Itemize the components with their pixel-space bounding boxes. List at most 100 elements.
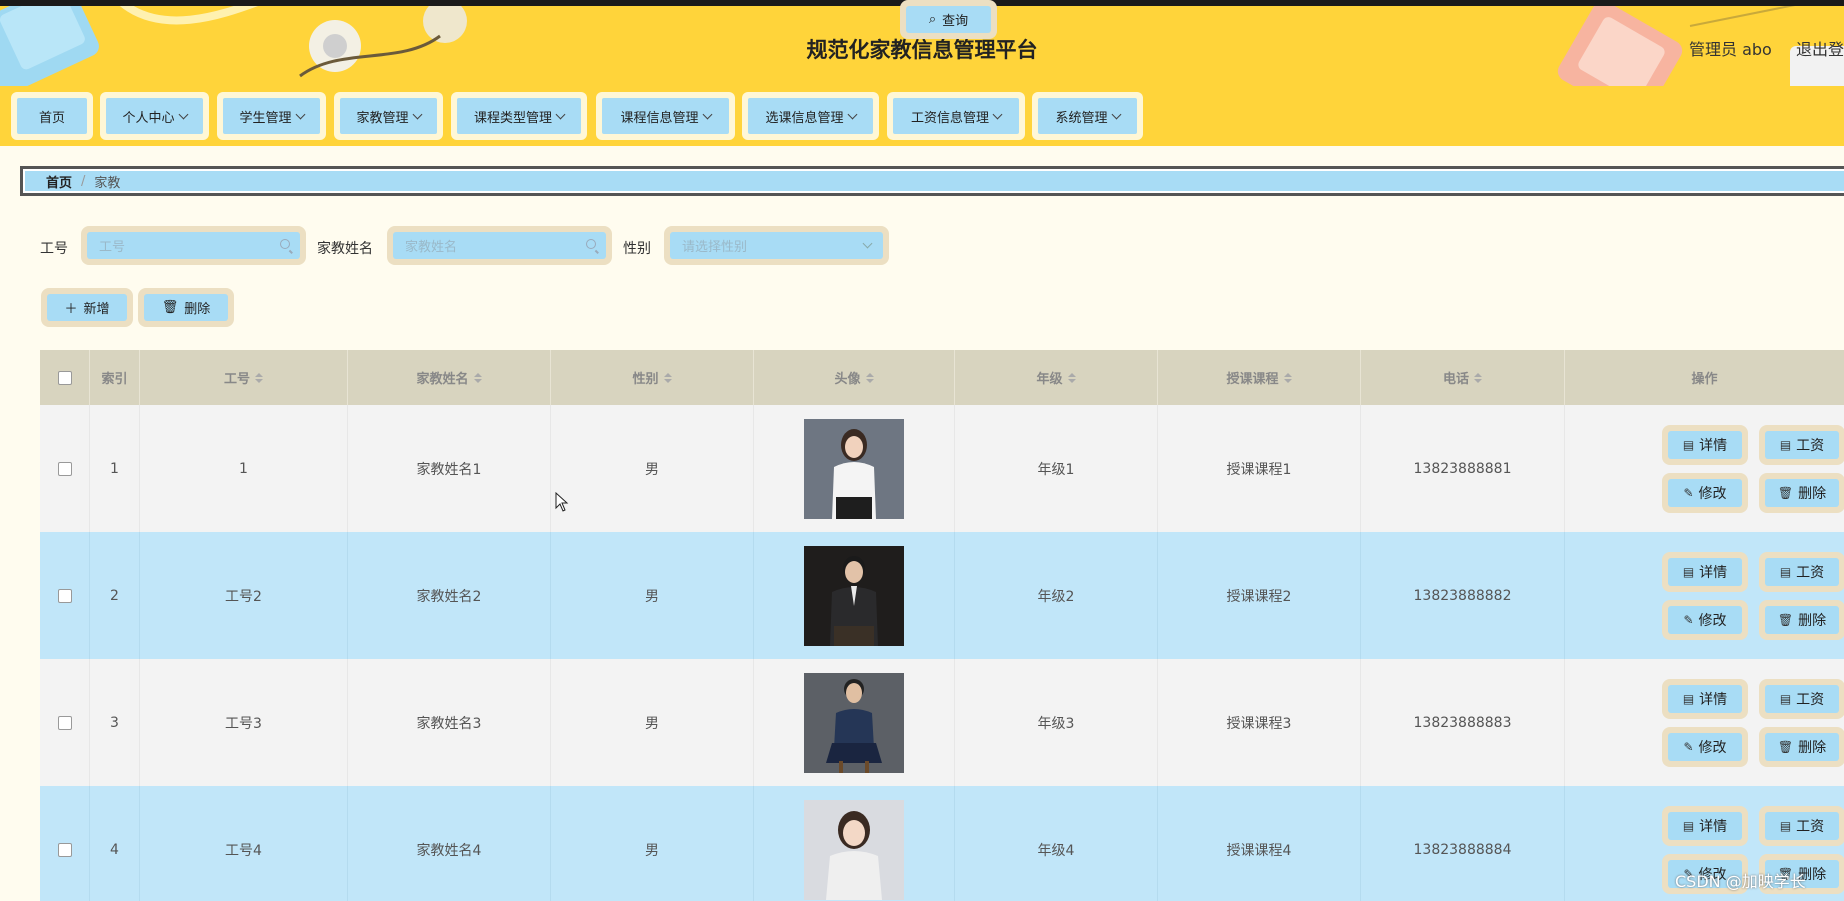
sort-icon[interactable] — [1474, 372, 1482, 383]
cell-course: 授课课程4 — [1158, 786, 1361, 901]
chevron-down-icon — [702, 109, 712, 119]
nav-system-management[interactable]: 系统管理 — [1032, 92, 1143, 140]
salary-button[interactable]: ▤ 工资 — [1759, 425, 1844, 465]
checkbox[interactable] — [57, 370, 72, 385]
header-id[interactable]: 工号 — [140, 350, 348, 405]
edit-button[interactable]: ✎ 修改 — [1662, 473, 1748, 513]
detail-label: 详情 — [1699, 565, 1728, 581]
row-select[interactable] — [40, 532, 90, 659]
sort-icon[interactable] — [255, 372, 263, 383]
sort-icon[interactable] — [1067, 372, 1076, 383]
avatar-photo[interactable] — [804, 799, 904, 900]
document-icon: ▤ — [1682, 692, 1695, 706]
edit-button[interactable]: ✎ 修改 — [1662, 727, 1748, 767]
delete-button[interactable]: 🗑 删除 — [1759, 727, 1844, 767]
id-label: 工号 — [40, 241, 68, 257]
cell-avatar — [754, 532, 955, 659]
row-select[interactable] — [40, 786, 90, 901]
detail-button[interactable]: ▤ 详情 — [1662, 425, 1748, 465]
header-select-all[interactable] — [40, 350, 90, 405]
nav-enrollment-management[interactable]: 选课信息管理 — [742, 92, 879, 140]
plus-icon: ＋ — [64, 302, 78, 317]
checkbox[interactable] — [57, 588, 72, 603]
salary-button[interactable]: ▤ 工资 — [1759, 552, 1844, 592]
add-button[interactable]: ＋ 新增 — [41, 288, 133, 327]
top-nav: 首页 个人中心 学生管理 家教管理 课程类型管理 课程信息管理 选课信息管理 工… — [0, 86, 1844, 146]
salary-button[interactable]: ▤ 工资 — [1759, 806, 1844, 846]
edit-icon: ✎ — [1683, 486, 1694, 500]
header-phone[interactable]: 电话 — [1361, 350, 1565, 405]
name-search-input[interactable]: 家教姓名 — [387, 226, 612, 265]
logout-link[interactable]: 退出登录 — [1796, 36, 1844, 60]
cell-ops: ▤ 详情 ▤ 工资 ✎ 修改 🗑 删除 — [1565, 532, 1844, 659]
cell-name: 家教姓名2 — [348, 532, 551, 659]
checkbox[interactable] — [57, 842, 72, 857]
batch-delete-button[interactable]: 🗑 删除 — [138, 288, 234, 327]
trash-icon: 🗑 — [1777, 613, 1794, 627]
gender-select[interactable]: 请选择性别 — [664, 226, 889, 265]
cell-id: 1 — [140, 405, 348, 532]
document-icon: ▤ — [1779, 565, 1792, 579]
sort-icon[interactable] — [1283, 372, 1292, 383]
header-gender[interactable]: 性别 — [551, 350, 754, 405]
nav-student-management[interactable]: 学生管理 — [217, 92, 326, 140]
chevron-down-icon — [412, 109, 422, 119]
sort-icon[interactable] — [473, 372, 482, 383]
cell-phone: 13823888882 — [1361, 532, 1565, 659]
header-ops: 操作 — [1565, 350, 1844, 405]
detail-label: 详情 — [1699, 692, 1728, 708]
query-button[interactable]: ⌕ 查询 — [900, 0, 997, 39]
nav-home[interactable]: 首页 — [11, 92, 93, 140]
nav-label: 首页 — [38, 110, 65, 126]
header-course[interactable]: 授课课程 — [1158, 350, 1361, 405]
cell-phone: 13823888884 — [1361, 786, 1565, 901]
chevron-down-icon — [295, 109, 305, 119]
delete-button[interactable]: 🗑 删除 — [1759, 473, 1844, 513]
delete-button[interactable]: 🗑 删除 — [1759, 600, 1844, 640]
breadcrumb-separator: / — [81, 173, 86, 189]
detail-label: 详情 — [1699, 819, 1728, 835]
nav-course-type-management[interactable]: 课程类型管理 — [451, 92, 587, 140]
nav-salary-management[interactable]: 工资信息管理 — [887, 92, 1025, 140]
document-icon: ▤ — [1779, 692, 1792, 706]
chevron-down-icon — [992, 109, 1003, 119]
checkbox[interactable] — [57, 461, 72, 476]
nav-label: 选课信息管理 — [765, 110, 844, 126]
cell-grade: 年级1 — [955, 405, 1158, 532]
cell-name: 家教姓名4 — [348, 786, 551, 901]
row-select[interactable] — [40, 659, 90, 786]
header-name[interactable]: 家教姓名 — [348, 350, 551, 405]
row-select[interactable] — [40, 405, 90, 532]
cell-phone: 13823888883 — [1361, 659, 1565, 786]
trash-icon: 🗑 — [161, 300, 179, 315]
gender-placeholder: 请选择性别 — [682, 240, 748, 255]
cell-gender: 男 — [551, 532, 754, 659]
sort-icon[interactable] — [865, 372, 874, 383]
checkbox[interactable] — [57, 715, 72, 730]
avatar-photo[interactable] — [804, 545, 904, 646]
document-icon: ▤ — [1779, 438, 1792, 452]
nav-course-info-management[interactable]: 课程信息管理 — [596, 92, 735, 140]
nav-personal-center[interactable]: 个人中心 — [100, 92, 209, 140]
detail-button[interactable]: ▤ 详情 — [1662, 679, 1748, 719]
salary-button[interactable]: ▤ 工资 — [1759, 679, 1844, 719]
breadcrumb-home[interactable]: 首页 — [46, 172, 72, 191]
avatar-photo[interactable] — [804, 418, 904, 519]
nav-label: 工资信息管理 — [910, 110, 989, 126]
sort-icon[interactable] — [663, 372, 672, 383]
id-search-input[interactable]: 工号 — [81, 226, 306, 265]
header-avatar[interactable]: 头像 — [754, 350, 955, 405]
detail-button[interactable]: ▤ 详情 — [1662, 552, 1748, 592]
detail-button[interactable]: ▤ 详情 — [1662, 806, 1748, 846]
cell-name: 家教姓名1 — [348, 405, 551, 532]
table-row: 2 工号2 家教姓名2 男 年级2 授课课程2 13823888882 ▤ 详情 … — [40, 532, 1844, 659]
edit-button[interactable]: ✎ 修改 — [1662, 600, 1748, 640]
header-grade[interactable]: 年级 — [955, 350, 1158, 405]
avatar-photo[interactable] — [804, 672, 904, 773]
nav-label: 家教管理 — [356, 110, 409, 126]
cell-gender: 男 — [551, 659, 754, 786]
trash-icon: 🗑 — [1777, 740, 1794, 754]
nav-tutor-management[interactable]: 家教管理 — [334, 92, 443, 140]
delete-label: 删除 — [1798, 740, 1827, 756]
cell-name: 家教姓名3 — [348, 659, 551, 786]
